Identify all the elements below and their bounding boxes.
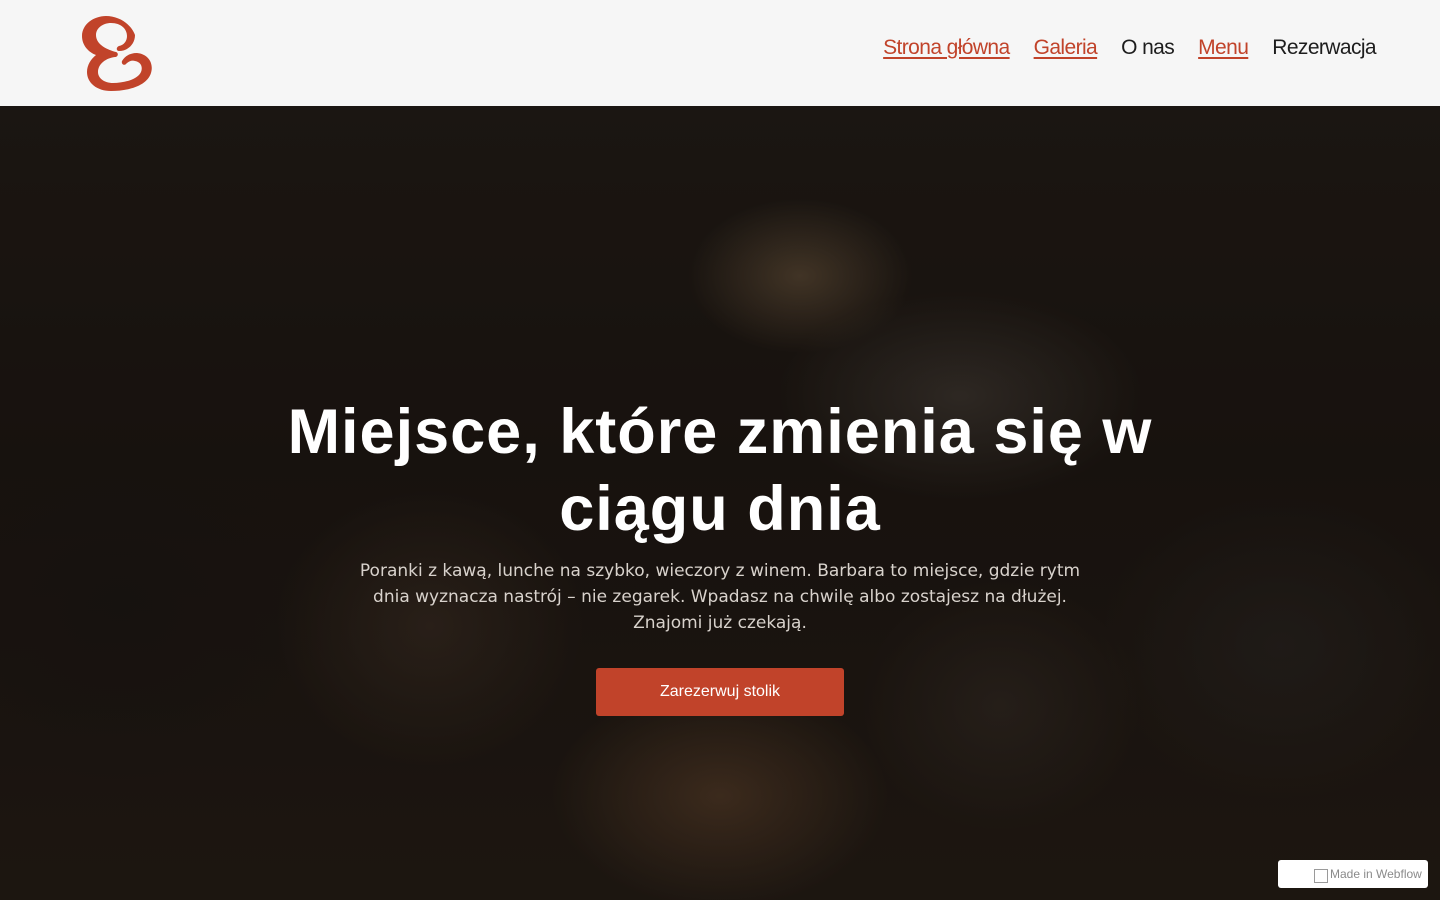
barbara-b-logo-icon — [82, 16, 152, 91]
badge-label: Made in Webflow — [1330, 867, 1422, 881]
hero-subtitle: Poranki z kawą, lunche na szybko, wieczo… — [359, 561, 1081, 633]
page: Strona główna Galeria O nas Menu Rezerwa… — [0, 0, 1440, 900]
hero-title: Miejsce, które zmienia się w ciągu dnia — [287, 397, 1153, 544]
hero-section: Miejsce, które zmienia się w ciągu dnia … — [0, 106, 1440, 900]
main-nav: Strona główna Galeria O nas Menu Rezerwa… — [883, 34, 1376, 62]
nav-link-gallery[interactable]: Galeria — [1034, 34, 1098, 62]
logo-link[interactable] — [76, 12, 154, 94]
made-in-webflow-badge[interactable]: Made in Webflow — [1278, 860, 1428, 888]
site-header: Strona główna Galeria O nas Menu Rezerwa… — [0, 0, 1440, 106]
nav-link-menu[interactable]: Menu — [1198, 34, 1249, 62]
reserve-table-button[interactable]: Zarezerwuj stolik — [596, 668, 844, 716]
nav-link-home[interactable]: Strona główna — [883, 34, 1010, 62]
nav-link-reservation[interactable]: Rezerwacja — [1272, 34, 1376, 62]
nav-link-about[interactable]: O nas — [1121, 34, 1175, 62]
broken-image-icon — [1314, 869, 1328, 883]
